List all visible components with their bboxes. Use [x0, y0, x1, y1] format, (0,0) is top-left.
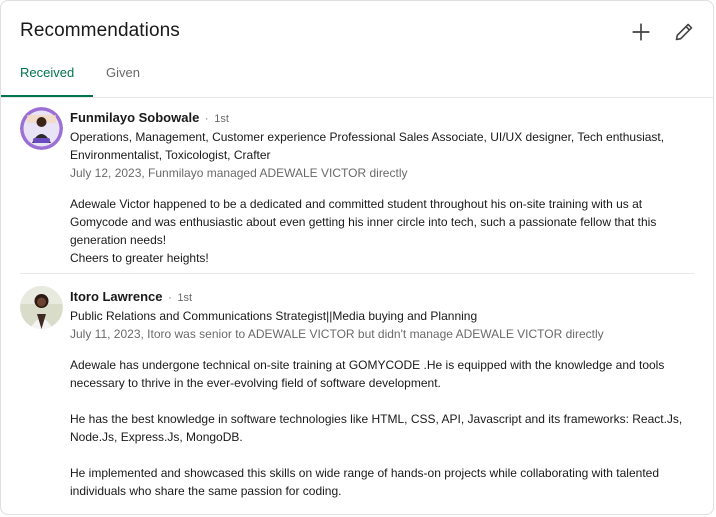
section-title: Recommendations [20, 20, 180, 41]
add-recommendation-button[interactable] [627, 18, 655, 46]
text-line: generation needs! [70, 233, 167, 247]
text-line: He has the best knowledge in software te… [70, 412, 683, 426]
headline-line: Operations, Management, Customer experie… [70, 130, 665, 144]
tab-bar: Received Given [1, 59, 713, 98]
text-line [70, 446, 693, 464]
recommender-headline: Public Relations and Communications Stra… [70, 307, 693, 325]
recommendation-text: Adewale has undergone technical on-site … [70, 356, 693, 500]
connection-degree: 1st [177, 292, 193, 304]
name-separator: · [204, 113, 209, 125]
recommendation-meta: July 11, 2023, Itoro was senior to ADEWA… [70, 327, 604, 341]
plus-icon [632, 23, 650, 41]
text-line: Gomycode and was enthusiastic about even… [70, 215, 657, 229]
recommendation-text: Adewale Victor happened to be a dedicate… [70, 195, 693, 267]
text-line: Adewale has undergone technical on-site … [70, 358, 665, 372]
connection-degree: 1st [214, 113, 229, 125]
recommender-headline: Operations, Management, Customer experie… [70, 128, 693, 164]
pencil-icon [675, 23, 693, 41]
headline-line: Environmentalist, Toxicologist, Crafter [70, 148, 271, 162]
avatar[interactable] [20, 107, 63, 150]
headline-line: Public Relations and Communications Stra… [70, 309, 478, 323]
text-line: Adewale Victor happened to be a dedicate… [70, 197, 643, 211]
divider [20, 273, 694, 274]
card-header: Recommendations [1, 1, 713, 61]
avatar[interactable] [20, 286, 63, 329]
text-line: Node.Js, Express.Js, MongoDB. [70, 430, 243, 444]
recommendations-card: Recommendations Received Given Funmilayo… [0, 0, 714, 515]
tab-given[interactable]: Given [106, 59, 140, 96]
text-line: Cheers to greater heights! [70, 251, 209, 265]
recommender-name[interactable]: Itoro Lawrence [70, 289, 162, 304]
name-separator: · [168, 292, 172, 304]
edit-recommendations-button[interactable] [670, 18, 698, 46]
text-line: necessary to thrive in the ever-evolving… [70, 376, 441, 390]
recommendation-meta: July 12, 2023, Funmilayo managed ADEWALE… [70, 166, 408, 180]
text-line: individuals who share the same passion f… [70, 484, 342, 498]
text-line: He implemented and showcased this skills… [70, 466, 659, 480]
text-line [70, 392, 693, 410]
recommender-name[interactable]: Funmilayo Sobowale [70, 110, 199, 125]
tab-received[interactable]: Received [1, 59, 94, 97]
